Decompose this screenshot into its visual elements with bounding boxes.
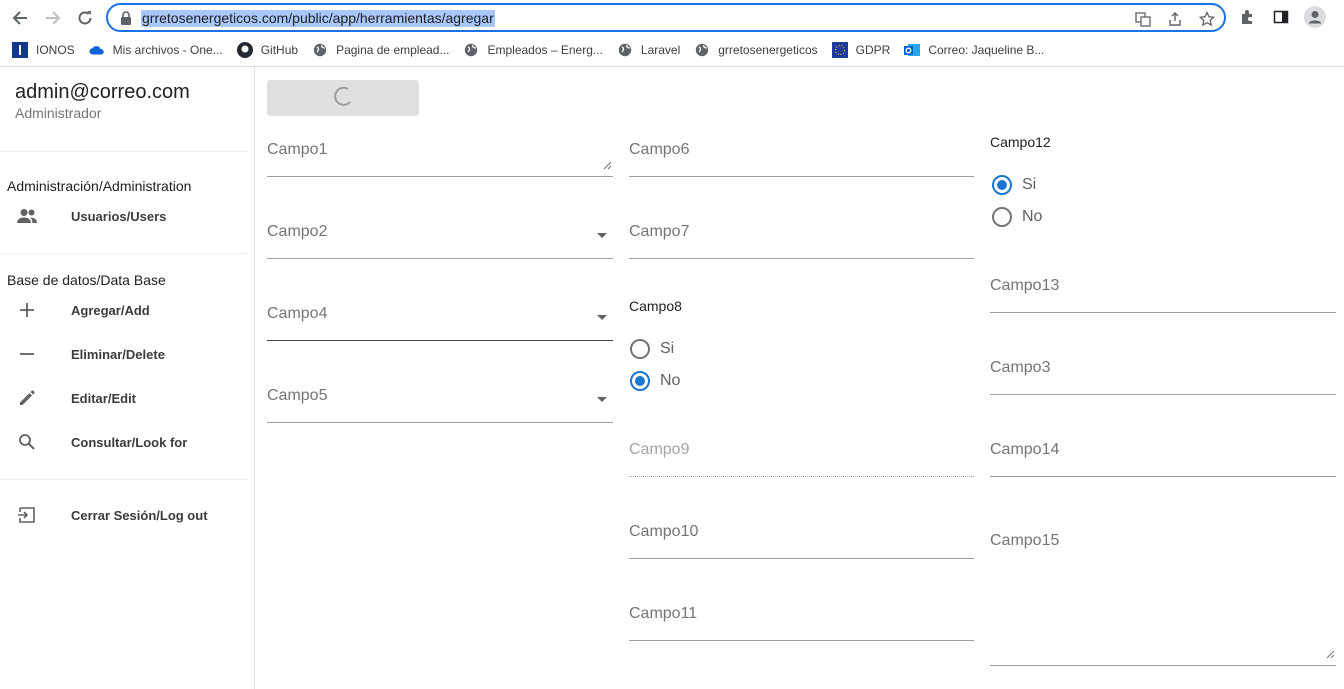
campo1-textarea[interactable]: Campo1 bbox=[267, 137, 613, 177]
eu-flag-icon bbox=[831, 42, 848, 58]
radio-checked-icon bbox=[992, 175, 1012, 195]
campo11-input[interactable]: Campo11 bbox=[629, 601, 974, 641]
bookmark-pagina-empleados[interactable]: Pagina de emplead... bbox=[312, 42, 449, 58]
campo9-input-disabled: Campo9 bbox=[629, 437, 974, 477]
sidebar-item-delete[interactable]: Eliminar/Delete bbox=[0, 336, 247, 372]
logout-icon bbox=[16, 504, 38, 526]
sidebar: admin@correo.com Administrador Administr… bbox=[0, 67, 255, 689]
dropdown-arrow-icon bbox=[597, 233, 607, 238]
campo5-select[interactable]: Campo5 bbox=[267, 383, 613, 423]
address-bar[interactable]: grretosenergeticos.com/public/app/herram… bbox=[106, 3, 1226, 32]
resize-handle-icon[interactable] bbox=[603, 157, 612, 175]
github-icon bbox=[236, 42, 253, 58]
globe-icon bbox=[312, 42, 328, 58]
campo8-radio-si[interactable]: Si bbox=[630, 339, 674, 359]
section-db-heading: Base de datos/Data Base bbox=[7, 272, 166, 288]
bookmark-gdpr[interactable]: GDPR bbox=[831, 42, 890, 58]
campo8-title: Campo8 bbox=[629, 298, 682, 314]
globe-icon bbox=[694, 42, 710, 58]
bookmark-laravel[interactable]: Laravel bbox=[617, 42, 680, 58]
bookmark-empleados-energ[interactable]: Empleados – Energ... bbox=[463, 42, 603, 58]
bookmark-star-icon[interactable] bbox=[1198, 10, 1216, 28]
campo12-radio-no[interactable]: No bbox=[992, 207, 1042, 227]
loading-spinner-icon bbox=[332, 85, 354, 112]
url-text[interactable]: grretosenergeticos.com/public/app/herram… bbox=[141, 10, 495, 27]
bookmarks-bar: IONOS Mis archivos - One... GitHub Pagin… bbox=[0, 36, 1344, 64]
resize-handle-icon[interactable] bbox=[1326, 646, 1335, 664]
profile-avatar-icon[interactable] bbox=[1304, 6, 1326, 28]
extensions-puzzle-icon[interactable] bbox=[1236, 6, 1258, 28]
outlook-icon bbox=[904, 42, 921, 58]
globe-icon bbox=[463, 42, 479, 58]
pencil-icon bbox=[16, 387, 38, 409]
section-admin-heading: Administración/Administration bbox=[7, 178, 192, 194]
campo14-input[interactable]: Campo14 bbox=[990, 437, 1336, 477]
sidebar-item-search[interactable]: Consultar/Look for bbox=[0, 424, 247, 460]
share-icon[interactable] bbox=[1166, 10, 1184, 28]
sidebar-divider bbox=[0, 479, 247, 480]
sidebar-item-add[interactable]: Agregar/Add bbox=[0, 292, 247, 328]
sidebar-item-logout[interactable]: Cerrar Sesión/Log out bbox=[0, 497, 247, 533]
dropdown-arrow-icon bbox=[597, 397, 607, 402]
back-arrow-icon[interactable] bbox=[9, 7, 31, 29]
campo8-radio-no[interactable]: No bbox=[630, 371, 680, 391]
campo4-select[interactable]: Campo4 bbox=[267, 301, 613, 341]
sidebar-item-edit[interactable]: Editar/Edit bbox=[0, 380, 247, 416]
campo15-textarea[interactable]: Campo15 bbox=[990, 532, 1336, 666]
menu-kebab-icon[interactable] bbox=[1338, 6, 1344, 28]
submit-button-loading[interactable] bbox=[267, 80, 419, 116]
side-panel-icon[interactable] bbox=[1270, 6, 1292, 28]
ionos-icon bbox=[12, 42, 28, 58]
sidebar-divider bbox=[0, 253, 247, 254]
minus-icon bbox=[16, 343, 38, 365]
radio-unchecked-icon bbox=[992, 207, 1012, 227]
form-area: Campo1 Campo2 Campo4 Campo5 Campo6 Campo… bbox=[256, 67, 1344, 689]
campo6-input[interactable]: Campo6 bbox=[629, 137, 974, 177]
translate-icon[interactable] bbox=[1134, 10, 1152, 28]
campo2-select[interactable]: Campo2 bbox=[267, 219, 613, 259]
bookmark-onedrive[interactable]: Mis archivos - One... bbox=[89, 42, 223, 58]
forward-arrow-icon[interactable] bbox=[42, 7, 64, 29]
search-icon bbox=[16, 431, 38, 453]
campo10-input[interactable]: Campo10 bbox=[629, 519, 974, 559]
plus-icon bbox=[16, 299, 38, 321]
people-icon bbox=[16, 205, 38, 227]
bookmark-ionos[interactable]: IONOS bbox=[12, 42, 75, 58]
bookmark-github[interactable]: GitHub bbox=[236, 42, 298, 58]
campo7-input[interactable]: Campo7 bbox=[629, 219, 974, 259]
campo12-radio-si[interactable]: Si bbox=[992, 175, 1036, 195]
browser-toolbar: grretosenergeticos.com/public/app/herram… bbox=[0, 0, 1344, 34]
sidebar-item-users[interactable]: Usuarios/Users bbox=[0, 198, 247, 234]
radio-unchecked-icon bbox=[630, 339, 650, 359]
campo12-title: Campo12 bbox=[990, 134, 1051, 150]
sidebar-divider bbox=[0, 151, 247, 152]
bookmark-grretosenergeticos[interactable]: grretosenergeticos bbox=[694, 42, 818, 58]
onedrive-icon bbox=[89, 42, 105, 58]
user-email: admin@correo.com bbox=[15, 81, 190, 103]
campo13-input[interactable]: Campo13 bbox=[990, 273, 1336, 313]
user-role: Administrador bbox=[15, 105, 102, 121]
globe-icon bbox=[617, 42, 633, 58]
reload-icon[interactable] bbox=[74, 7, 96, 29]
bookmark-correo[interactable]: Correo: Jaqueline B... bbox=[904, 42, 1044, 58]
campo3-input[interactable]: Campo3 bbox=[990, 355, 1336, 395]
lock-icon[interactable] bbox=[120, 11, 132, 30]
radio-checked-icon bbox=[630, 371, 650, 391]
dropdown-arrow-icon bbox=[597, 315, 607, 320]
